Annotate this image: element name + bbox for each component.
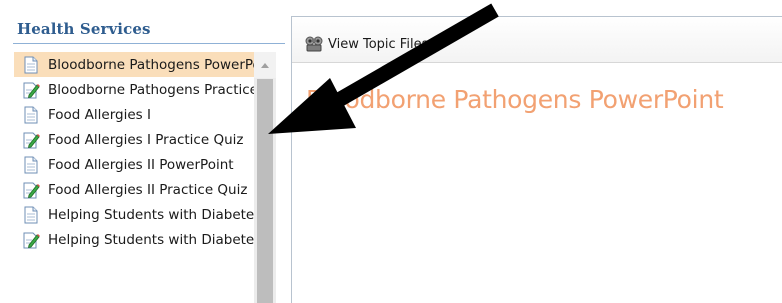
topic-item-label: Food Allergies I Practice Quiz bbox=[48, 131, 244, 148]
scroll-up-button[interactable] bbox=[254, 52, 276, 78]
sidebar-title: Health Services bbox=[17, 20, 151, 38]
topic-item-helping-students-with-diabetes-practice-quiz[interactable]: Helping Students with Diabetes Practice … bbox=[14, 227, 254, 252]
topic-item-bloodborne-pathogens-powerpoint[interactable]: Bloodborne Pathogens PowerPoint bbox=[14, 52, 254, 77]
view-topic-files-button[interactable]: View Topic Files bbox=[304, 35, 428, 53]
app-window: Health Services Bloodborne Pathogens Pow… bbox=[0, 0, 782, 303]
chevron-up-icon bbox=[261, 62, 269, 68]
sidebar-title-divider bbox=[13, 43, 285, 44]
view-files-icon bbox=[305, 36, 323, 52]
topic-item-helping-students-with-diabetes[interactable]: Helping Students with Diabetes bbox=[14, 202, 254, 227]
topic-item-food-allergies-i-practice-quiz[interactable]: Food Allergies I Practice Quiz bbox=[14, 127, 254, 152]
topic-item-label: Helping Students with Diabetes Practice … bbox=[48, 231, 254, 248]
edit-document-icon bbox=[22, 181, 40, 199]
topic-item-label: Food Allergies II Practice Quiz bbox=[48, 181, 248, 198]
topic-title: Bloodborne Pathogens PowerPoint bbox=[306, 85, 724, 114]
topic-list-scrollbar[interactable] bbox=[254, 52, 276, 303]
topic-item-label: Bloodborne Pathogens Practice Quiz bbox=[48, 81, 254, 98]
content-toolbar: View Topic Files bbox=[292, 17, 782, 63]
topic-item-food-allergies-ii-powerpoint[interactable]: Food Allergies II PowerPoint bbox=[14, 152, 254, 177]
topics-sidebar: Health Services Bloodborne Pathogens Pow… bbox=[0, 0, 285, 303]
document-icon bbox=[22, 206, 40, 224]
edit-document-icon bbox=[22, 131, 40, 149]
topic-item-label: Helping Students with Diabetes bbox=[48, 206, 254, 223]
topic-item-food-allergies-i[interactable]: Food Allergies I bbox=[14, 102, 254, 127]
edit-document-icon bbox=[22, 231, 40, 249]
document-icon bbox=[22, 106, 40, 124]
topic-item-bloodborne-pathogens-practice-quiz[interactable]: Bloodborne Pathogens Practice Quiz bbox=[14, 77, 254, 102]
document-icon bbox=[22, 156, 40, 174]
document-icon bbox=[22, 56, 40, 74]
topic-content-panel: View Topic Files Bloodborne Pathogens Po… bbox=[291, 16, 782, 303]
topic-item-label: Bloodborne Pathogens PowerPoint bbox=[48, 56, 254, 73]
topic-item-label: Food Allergies I bbox=[48, 106, 151, 123]
scrollbar-thumb[interactable] bbox=[257, 79, 273, 303]
view-topic-files-label: View Topic Files bbox=[328, 36, 429, 52]
topic-item-label: Food Allergies II PowerPoint bbox=[48, 156, 234, 173]
topic-list: Bloodborne Pathogens PowerPoint Bloodbor… bbox=[14, 52, 276, 303]
edit-document-icon bbox=[22, 81, 40, 99]
topic-item-food-allergies-ii-practice-quiz[interactable]: Food Allergies II Practice Quiz bbox=[14, 177, 254, 202]
